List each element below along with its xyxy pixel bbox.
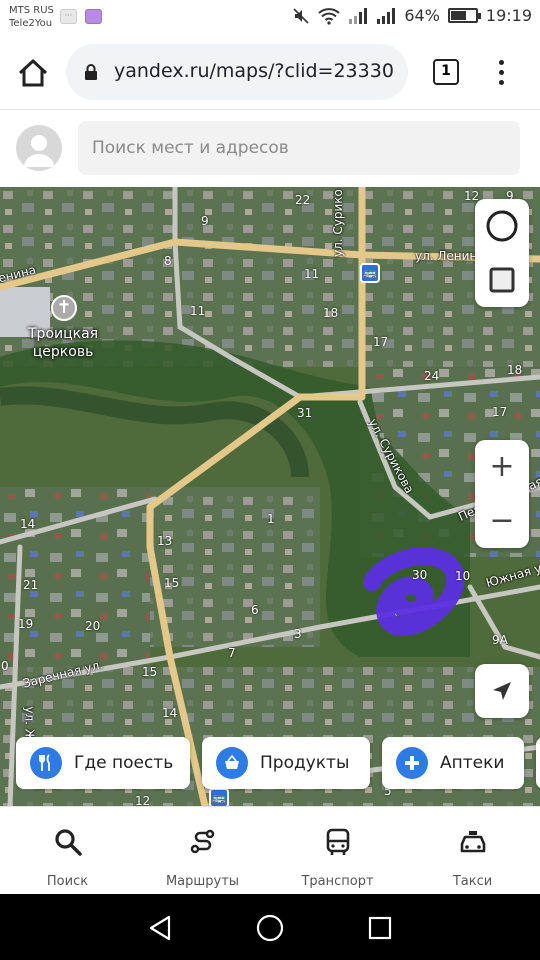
pharmacy-cross-icon: [396, 747, 428, 779]
church-pin-icon[interactable]: ✝: [51, 295, 77, 321]
house-number: 8: [164, 254, 172, 268]
nav-label: Маршруты: [165, 874, 240, 889]
carrier-info: MTS RUS Tele2You: [9, 4, 54, 30]
avatar[interactable]: [16, 125, 62, 171]
nav-label: Поиск: [46, 874, 89, 889]
minus-icon: −: [489, 503, 515, 538]
house-number: 24: [424, 369, 440, 383]
carrier-name-1: MTS RUS: [9, 5, 54, 16]
layers-square-icon: [489, 267, 515, 293]
zoom-out-button[interactable]: −: [475, 494, 529, 548]
browser-toolbar: yandex.ru/maps/?clid=23330 1: [0, 38, 540, 110]
house-number: 11: [304, 267, 320, 281]
mute-icon: [293, 7, 309, 24]
satellite-map: [0, 187, 540, 806]
house-number: 6: [251, 603, 259, 617]
url-text: yandex.ru/maps/?clid=23330: [114, 60, 394, 82]
house-number: 18: [507, 363, 523, 377]
taxi-icon: [460, 831, 485, 853]
house-number: 15: [164, 576, 180, 590]
bus-stop-icon[interactable]: 🚌: [360, 263, 380, 283]
lock-icon: [85, 64, 97, 80]
nav-label: Такси: [452, 874, 493, 889]
navigation-arrow-icon: [493, 682, 511, 700]
house-number: 3: [294, 627, 302, 641]
house-number: 15: [142, 665, 158, 679]
notification-icon: ···: [60, 9, 77, 24]
map-view[interactable]: ✝ Троицкая церковь 🚌 🚌 енина ул. Ленина …: [0, 187, 540, 806]
house-number: 22: [295, 193, 311, 207]
route-icon: [190, 829, 214, 854]
chip-label: Аптеки: [440, 753, 505, 773]
house-number: 20: [85, 619, 101, 633]
status-bar: MTS RUS Tele2You ··· 64% 19:19: [0, 0, 540, 38]
fork-knife-icon: [30, 747, 62, 779]
map-search-header: [0, 111, 540, 187]
house-number: 9: [201, 214, 209, 228]
house-number: 1: [267, 512, 275, 526]
search-icon: [54, 829, 82, 856]
battery-icon: [447, 8, 481, 23]
church-label: Троицкая церковь: [28, 326, 99, 360]
battery-percent: 64%: [404, 6, 440, 25]
home-icon[interactable]: [16, 56, 50, 90]
chip-label: Где поесть: [74, 753, 174, 773]
signal-icon-1: [349, 7, 368, 24]
my-location-button[interactable]: [475, 664, 529, 718]
search-field[interactable]: [78, 121, 520, 175]
house-number: 9А: [492, 633, 508, 647]
house-number: 17: [373, 335, 389, 349]
house-number: 7: [228, 646, 236, 660]
chip-food[interactable]: Где поесть: [16, 737, 190, 789]
chip-label: Продукты: [260, 753, 350, 773]
nav-routes[interactable]: Маршруты: [135, 807, 270, 895]
house-number: 11: [190, 304, 206, 318]
house-number: 14: [20, 517, 36, 531]
zoom-control: + −: [475, 440, 529, 548]
nav-label: Транспорт: [301, 874, 374, 889]
recent-apps-icon[interactable]: [368, 916, 392, 940]
traffic-layer-button[interactable]: [475, 199, 529, 253]
home-circle-icon[interactable]: [256, 914, 284, 942]
chip-pharmacy[interactable]: Аптеки: [382, 737, 524, 789]
clock: 19:19: [485, 6, 532, 25]
house-number: 31: [297, 406, 313, 420]
house-number: 13: [157, 534, 173, 548]
traffic-circle-icon: [486, 210, 518, 242]
layers-button[interactable]: [475, 253, 529, 307]
house-number: 18: [323, 306, 339, 320]
chip-more[interactable]: [536, 737, 540, 789]
house-number: 0: [1, 659, 9, 673]
house-number: 19: [18, 617, 34, 631]
house-number: 14: [162, 706, 178, 720]
house-number: 21: [23, 578, 39, 592]
zoom-in-button[interactable]: +: [475, 440, 529, 494]
back-icon[interactable]: [148, 915, 172, 941]
app-notification-icon: [85, 9, 102, 24]
category-chips: Где поесть Продукты Аптеки: [16, 737, 540, 791]
carrier-name-2: Tele2You: [9, 18, 53, 29]
house-number: 12: [135, 794, 151, 806]
wifi-icon: [318, 7, 340, 25]
chip-groceries[interactable]: Продукты: [202, 737, 370, 789]
android-navigation-bar: [0, 894, 540, 960]
nav-taxi[interactable]: Такси: [405, 807, 540, 895]
map-layers-control: [475, 199, 529, 307]
search-input[interactable]: [92, 121, 512, 175]
bus-icon: [326, 828, 349, 855]
house-number: 10: [455, 569, 471, 583]
signal-icon-2: [377, 7, 396, 24]
overflow-menu-icon[interactable]: [492, 57, 510, 87]
nav-transport[interactable]: Транспорт: [270, 807, 405, 895]
nav-search[interactable]: Поиск: [0, 807, 135, 895]
address-bar[interactable]: yandex.ru/maps/?clid=23330: [66, 44, 408, 100]
plus-icon: +: [489, 449, 515, 484]
street-label: ул. Сурико: [331, 189, 345, 257]
house-number: 30: [412, 568, 428, 582]
house-number: 17: [492, 405, 508, 419]
tab-switcher-button[interactable]: 1: [433, 59, 459, 85]
basket-icon: [216, 747, 248, 779]
bottom-navigation: Поиск Маршруты Транспорт Такси: [0, 806, 540, 894]
